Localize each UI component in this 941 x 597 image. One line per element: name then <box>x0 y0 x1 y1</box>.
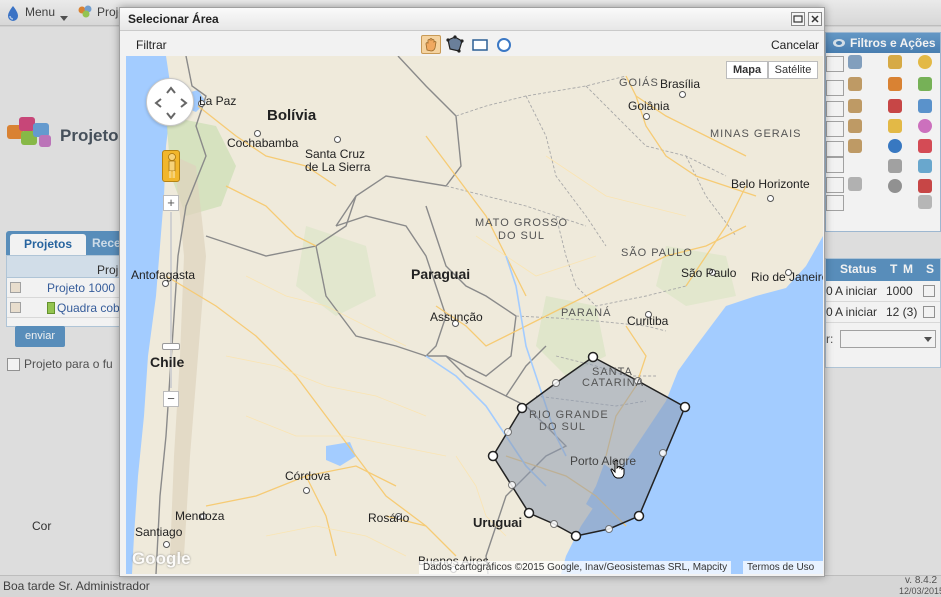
map-label-city: Assunção <box>430 310 483 324</box>
hand-tool-icon[interactable] <box>421 35 441 54</box>
zoom-slider-handle[interactable] <box>162 343 180 350</box>
map-label-city: La Paz <box>199 94 237 108</box>
pegman-icon[interactable] <box>162 150 180 182</box>
map-type-satellite-button[interactable]: Satélite <box>768 61 818 79</box>
map-label-state: RIO GRANDE <box>529 409 609 421</box>
circle-tool-icon[interactable] <box>494 35 514 54</box>
select-area-dialog: Selecionar Área Filtrar Cancelar Mapa Sa… <box>119 7 825 577</box>
map-type-map-button[interactable]: Mapa <box>726 61 768 79</box>
map-label-city: Curitiba <box>627 314 669 328</box>
map-label-city: Belo Horizonte <box>731 177 810 191</box>
zoom-in-button[interactable]: + <box>163 195 179 211</box>
map-canvas[interactable]: Mapa Satélite + − Bolívia Paraguai Chile… <box>126 56 823 574</box>
map-label-state: PARANÁ <box>561 307 612 319</box>
google-logo[interactable]: Google <box>132 549 191 569</box>
city-marker <box>679 91 686 98</box>
map-label-state: MATO GROSSO <box>475 217 569 229</box>
map-label-city: Porto Alegre <box>570 454 637 468</box>
map-label-country: Chile <box>150 354 185 370</box>
map-label-country: Paraguai <box>411 266 471 282</box>
filter-button[interactable]: Filtrar <box>136 38 167 52</box>
map-label-country: Uruguai <box>473 515 523 530</box>
city-marker <box>163 541 170 548</box>
map-label-city: Goiânia <box>628 99 670 113</box>
map-label-city: Rosário <box>368 511 410 525</box>
city-marker <box>303 487 310 494</box>
map-label-state: DO SUL <box>539 421 586 433</box>
map-label-city: Brasília <box>660 77 701 91</box>
map-label-city: São Paulo <box>681 266 737 280</box>
map-label-city: Cochabamba <box>227 136 299 150</box>
map-label-state: MINAS GERAIS <box>710 128 802 140</box>
rectangle-tool-icon[interactable] <box>470 35 490 54</box>
map-label-city: Santa Cruz <box>305 147 366 161</box>
dialog-toolbar: Filtrar Cancelar <box>120 32 824 56</box>
cancel-button[interactable]: Cancelar <box>771 38 819 52</box>
map-label-state: GOIÁS <box>619 77 659 89</box>
map-label-city: Antofagasta <box>131 268 196 282</box>
zoom-out-button[interactable]: − <box>163 391 179 407</box>
dialog-title: Selecionar Área <box>128 12 219 26</box>
map-label-city: de La Sierra <box>305 160 371 174</box>
map-label-city: Santiago <box>135 525 183 539</box>
terms-link[interactable]: Termos de Uso <box>743 561 823 574</box>
pan-control[interactable] <box>146 78 194 126</box>
city-marker <box>334 136 341 143</box>
map-label-city: Rio de Janeiro <box>751 270 823 284</box>
dialog-titlebar[interactable]: Selecionar Área <box>120 8 824 31</box>
map-label-city: Mendoza <box>175 509 225 523</box>
polygon-tool-icon[interactable] <box>445 35 465 54</box>
map-label-country: Bolívia <box>267 107 317 124</box>
city-marker <box>643 113 650 120</box>
map-label-state: SÃO PAULO <box>621 247 693 259</box>
map-attribution: Dados cartográficos ©2015 Google, Inav/G… <box>419 561 732 574</box>
map-label-city: Córdova <box>285 469 331 483</box>
map-label-state: DO SUL <box>498 230 545 242</box>
maximize-icon[interactable] <box>791 12 805 26</box>
close-icon[interactable] <box>808 12 822 26</box>
map-label-state: CATARINA <box>582 377 644 389</box>
city-marker <box>767 195 774 202</box>
